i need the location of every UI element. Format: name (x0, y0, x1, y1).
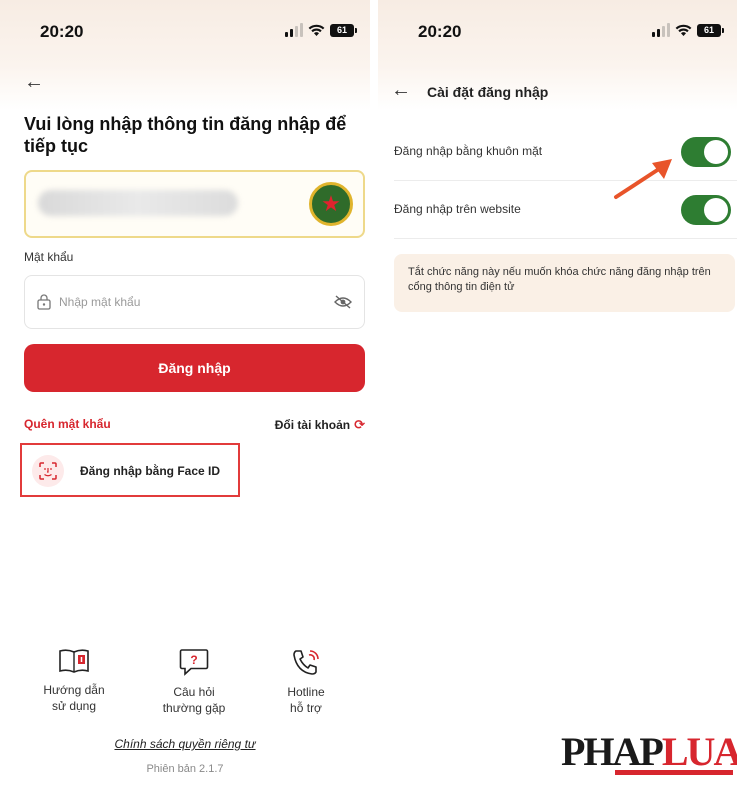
forgot-password-link[interactable]: Quên mật khẩu (24, 417, 111, 431)
website-login-toggle[interactable] (681, 195, 731, 225)
privacy-policy-link[interactable]: Chính sách quyền riêng tư (0, 737, 370, 751)
hotline-line2: hỗ trợ (290, 701, 322, 715)
status-bar: 20:20 61 (0, 22, 370, 44)
account-field[interactable]: ★ (24, 170, 365, 238)
eye-off-icon[interactable] (334, 295, 352, 309)
logo-part-black: PHAP (561, 729, 664, 774)
login-button[interactable]: Đăng nhập (24, 344, 365, 392)
faceid-login-label: Đăng nhập bằng Face ID (80, 464, 221, 478)
question-bubble-icon: ? (179, 649, 209, 676)
hotline-button[interactable]: Hotline hỗ trợ (258, 648, 354, 716)
lock-icon (37, 294, 51, 310)
setting-row-face-login: Đăng nhập bằng khuôn mặt (394, 124, 737, 182)
header-pattern (0, 0, 370, 110)
logo-part-red: LUAT (661, 729, 737, 774)
switch-account-button[interactable]: Đổi tài khoản ⟳ (275, 417, 365, 433)
annotation-arrow-icon (614, 159, 672, 199)
user-guide-button[interactable]: Hướng dẫn sử dụng (26, 648, 122, 714)
setting-row-website-login: Đăng nhập trên website (394, 182, 737, 240)
status-time: 20:20 (40, 22, 84, 41)
status-bar: 20:20 61 (378, 22, 737, 44)
setting-label: Đăng nhập bằng khuôn mặt (394, 144, 543, 158)
wifi-icon (675, 24, 692, 36)
page-title: Vui lòng nhập thông tin đăng nhập để tiế… (24, 114, 347, 156)
cellular-signal-icon (285, 23, 303, 37)
faceid-login-button[interactable]: Đăng nhập bằng Face ID (20, 443, 240, 497)
refresh-icon: ⟳ (354, 417, 365, 432)
divider (394, 238, 737, 239)
phone-call-icon (293, 650, 319, 675)
face-id-icon (32, 455, 64, 487)
logo-strip (615, 770, 733, 775)
login-screen: 20:20 61 ← Vui lòng nhập thông tin đăng … (0, 0, 370, 795)
wifi-icon (308, 24, 325, 36)
user-guide-line2: sử dụng (51, 699, 97, 713)
police-emblem-icon: ★ (309, 182, 353, 226)
phapluat-logo: PHAPLUAT (561, 728, 737, 776)
password-label: Mật khẩu (24, 250, 74, 264)
back-arrow-icon[interactable]: ← (24, 72, 44, 92)
faq-line2: thường gặp (162, 701, 226, 715)
info-note: Tắt chức năng này nếu muốn khóa chức năn… (394, 254, 735, 312)
cellular-signal-icon (652, 23, 670, 37)
login-settings-screen: 20:20 61 ← Cài đặt đăng nhập Đăng nhập b… (378, 0, 737, 795)
book-icon (59, 649, 89, 673)
battery-icon: 61 (697, 23, 724, 37)
face-login-toggle[interactable] (681, 137, 731, 167)
setting-label: Đăng nhập trên website (394, 202, 521, 216)
status-time: 20:20 (418, 22, 462, 41)
password-placeholder: Nhập mật khẩu (59, 295, 141, 309)
hotline-line1: Hotline (287, 685, 325, 699)
svg-text:?: ? (190, 653, 197, 667)
battery-icon: 61 (330, 23, 357, 37)
blurred-account-value (38, 190, 238, 216)
user-guide-line1: Hướng dẫn (43, 683, 105, 697)
panel-divider (370, 0, 378, 795)
switch-account-label: Đổi tài khoản (274, 418, 351, 432)
back-arrow-icon[interactable]: ← (391, 80, 411, 100)
password-field[interactable]: Nhập mật khẩu (24, 275, 365, 329)
app-version: Phiên bản 2.1.7 (146, 763, 224, 775)
faq-button[interactable]: ? Câu hỏi thường gặp (146, 648, 242, 716)
page-title: Cài đặt đăng nhập (427, 84, 549, 100)
faq-line1: Câu hỏi (173, 685, 215, 699)
divider (394, 180, 737, 181)
